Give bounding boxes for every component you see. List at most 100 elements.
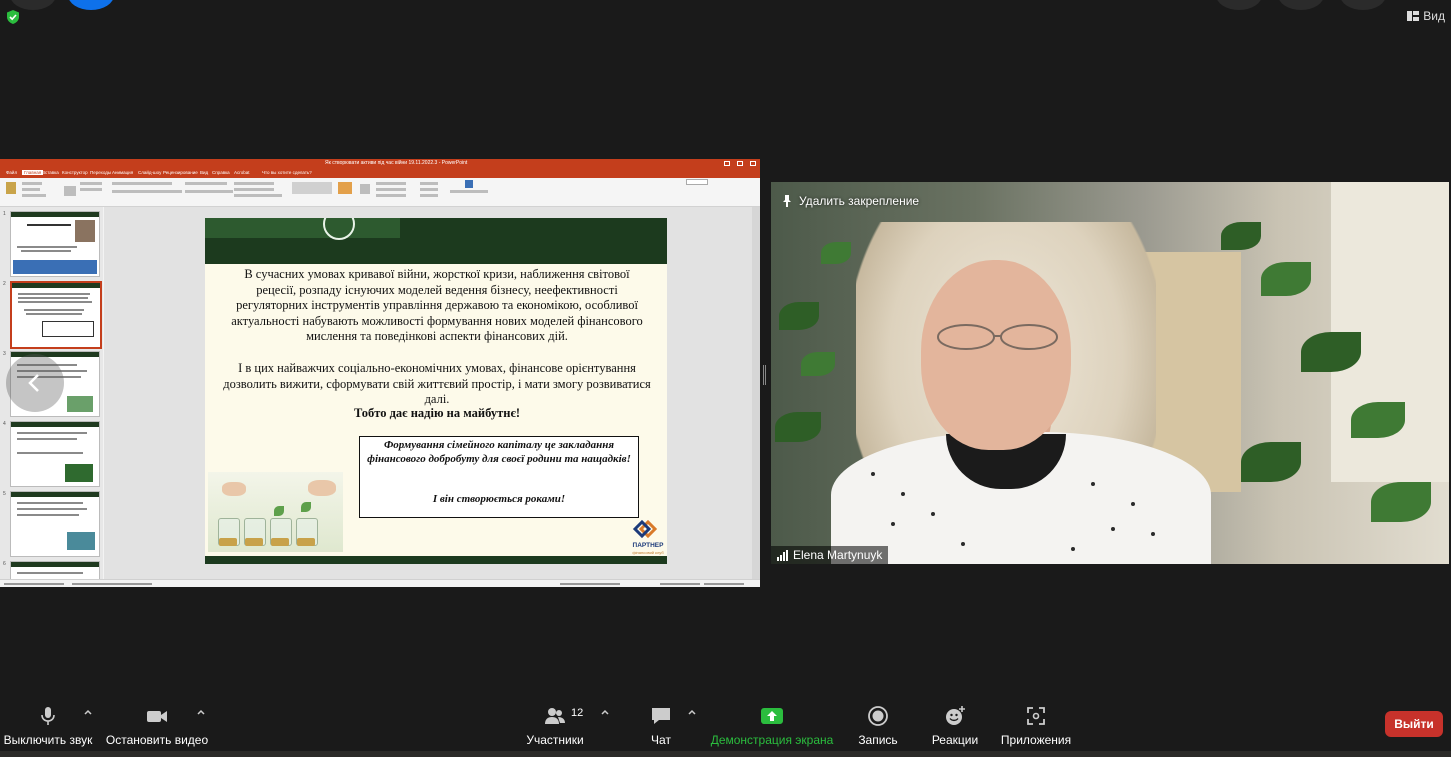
ppt-vertical-scrollbar[interactable] [752, 207, 760, 579]
logo-subtext: фінансовий клуб [632, 550, 664, 555]
ppt-menu-item[interactable]: Главная [22, 170, 44, 175]
ppt-menu-item[interactable]: Слайд-шоу [138, 170, 161, 175]
chat-bubble-icon [652, 708, 670, 724]
ppt-search-hint[interactable]: Что вы хотите сделать? [262, 170, 312, 175]
view-label: Вид [1423, 9, 1445, 23]
paste-icon[interactable] [6, 182, 16, 194]
ribbon-row[interactable] [450, 190, 488, 193]
ribbon-row[interactable] [234, 182, 274, 185]
font-format-row[interactable] [112, 190, 182, 193]
chat-options-caret-icon[interactable] [687, 708, 697, 716]
ppt-menu-item[interactable]: Файл [6, 170, 17, 175]
quote-line-1: Формування сімейного капіталу це заклада… [367, 439, 631, 465]
participants-icon [545, 708, 565, 724]
thumb-text-line [17, 246, 77, 248]
slide-thumbnail[interactable] [10, 421, 100, 487]
participants-button[interactable]: Участники [524, 697, 586, 747]
ribbon-row[interactable] [234, 194, 282, 197]
apps-label: Приложения [1000, 733, 1072, 747]
top-control-3[interactable] [1340, 0, 1386, 10]
font-box[interactable] [112, 182, 172, 185]
paragraph-row[interactable] [185, 190, 233, 193]
meeting-toolbar: Выключить звук Остановить видео Участник… [0, 697, 1451, 751]
arrange-icon[interactable] [338, 182, 352, 194]
adobe-pdf-icon[interactable] [465, 180, 473, 188]
thumb-number: 4 [3, 421, 6, 427]
signal-strength-icon [777, 549, 788, 561]
ribbon-row[interactable] [234, 188, 274, 191]
ribbon-row[interactable] [420, 194, 438, 197]
ribbon-row[interactable] [22, 194, 46, 197]
ppt-menu-item[interactable]: Переходы [90, 170, 111, 175]
quick-styles-icon[interactable] [360, 184, 370, 194]
ppt-menu-item[interactable]: Рецензирование [163, 170, 198, 175]
participants-count: 12 [571, 707, 584, 719]
record-icon [868, 706, 888, 726]
shapes-gallery[interactable] [292, 182, 332, 194]
ribbon-row[interactable] [376, 182, 406, 185]
reactions-button[interactable]: Реакции [928, 697, 982, 747]
share-button[interactable] [686, 179, 708, 185]
zoom-slider[interactable] [704, 583, 744, 585]
slide-paragraph-2: І в цих найважчих соціально-економічних … [223, 361, 651, 406]
audio-options-caret-icon[interactable] [83, 708, 93, 716]
ppt-menu-item[interactable]: Справка [212, 170, 230, 175]
ppt-status-bar [0, 579, 760, 587]
share-screen-button[interactable]: Демонстрация экрана [710, 697, 834, 747]
savings-jars-photo [208, 472, 343, 552]
top-control-1[interactable] [1216, 0, 1262, 10]
apps-button[interactable]: Приложения [998, 697, 1074, 747]
mute-label: Выключить звук [3, 733, 93, 747]
ppt-close-icon[interactable] [750, 161, 756, 166]
participant-video[interactable]: Удалить закрепление Elena Martynuyk [771, 182, 1449, 564]
leave-meeting-button[interactable]: Выйти [1385, 711, 1443, 737]
stop-video-button[interactable]: Остановить видео [106, 697, 208, 747]
ribbon-row[interactable] [376, 188, 406, 191]
mute-button[interactable]: Выключить звук [4, 697, 92, 747]
previous-page-button[interactable] [6, 354, 64, 412]
unpin-button[interactable]: Удалить закрепление [781, 194, 919, 208]
unpin-label: Удалить закрепление [799, 194, 920, 208]
split-view-handle[interactable] [763, 365, 766, 385]
ribbon-row[interactable] [420, 188, 438, 191]
record-button[interactable]: Запись [855, 697, 901, 747]
thumb-text-line [17, 432, 87, 434]
ppt-menu-item[interactable]: Acrobat [234, 170, 250, 175]
ribbon-row[interactable] [80, 188, 102, 191]
ribbon-row[interactable] [420, 182, 438, 185]
ppt-menu-item[interactable]: Вид [200, 170, 208, 175]
ppt-menu-item[interactable]: Анимация [112, 170, 133, 175]
slide-thumbnail[interactable] [10, 211, 100, 277]
slide-thumbnail-selected[interactable] [10, 281, 102, 349]
thumb-text-line [18, 293, 90, 295]
security-shield-icon[interactable] [6, 10, 20, 24]
view-button[interactable]: Вид [1407, 6, 1445, 26]
ppt-menu-item[interactable]: Вставка [42, 170, 59, 175]
ribbon-row[interactable] [80, 182, 102, 185]
status-text [560, 583, 620, 585]
ppt-minimize-icon[interactable] [724, 161, 730, 166]
new-slide-icon[interactable] [64, 186, 76, 196]
ribbon-row[interactable] [376, 194, 406, 197]
top-control-2[interactable] [1278, 0, 1324, 10]
participants-options-caret-icon[interactable] [600, 708, 610, 716]
share-screen-icon [761, 708, 783, 724]
chat-button[interactable]: Чат [640, 697, 682, 747]
thumb-text-line [18, 297, 88, 299]
paragraph-row[interactable] [185, 182, 227, 185]
ribbon-row[interactable] [22, 182, 42, 185]
top-left-button[interactable] [10, 0, 56, 10]
view-buttons[interactable] [660, 583, 700, 585]
slide-thumbnail[interactable] [10, 491, 100, 557]
ppt-window-title: Як створювати активи під час війни 19.11… [325, 160, 468, 166]
share-screen-label: Демонстрация экрана [710, 733, 834, 747]
reactions-smiley-icon [946, 706, 965, 725]
ppt-maximize-icon[interactable] [737, 161, 743, 166]
video-person-glasses [937, 324, 1058, 350]
slide-thumbnail[interactable] [10, 561, 100, 581]
video-options-caret-icon[interactable] [196, 708, 206, 716]
thumb-number: 2 [3, 281, 6, 287]
ribbon-row[interactable] [22, 188, 40, 191]
ppt-menu-item[interactable]: Конструктор [62, 170, 88, 175]
top-blue-button[interactable] [68, 0, 114, 10]
